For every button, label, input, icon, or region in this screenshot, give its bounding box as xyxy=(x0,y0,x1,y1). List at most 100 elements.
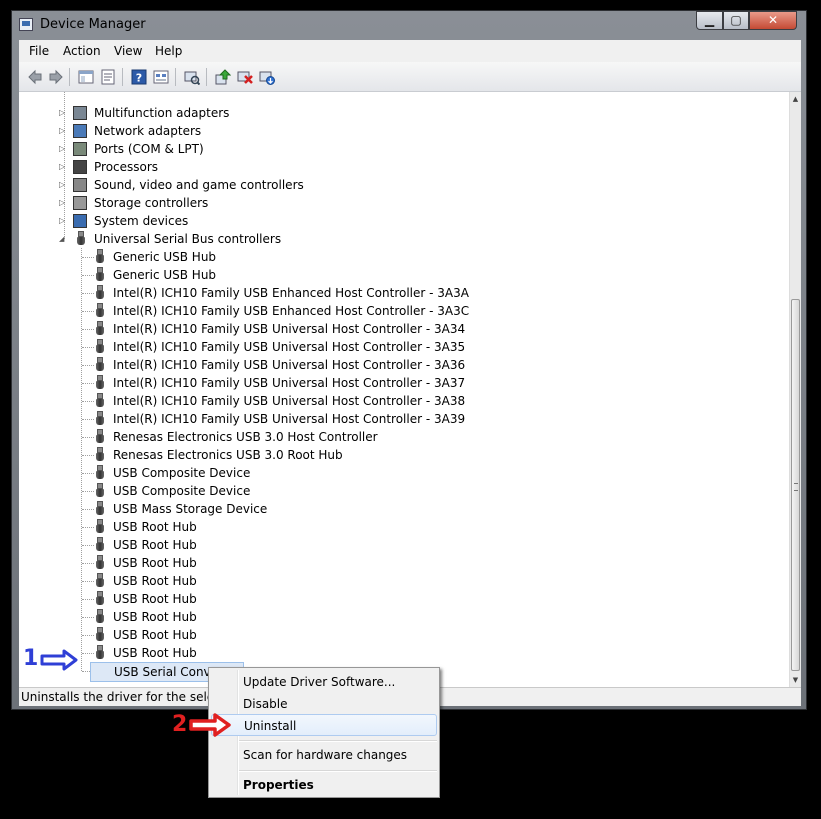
tree-device-row[interactable]: USB Root Hub xyxy=(19,572,779,590)
tree-device-label: USB Root Hub xyxy=(113,556,197,570)
menu-item-disable[interactable]: Disable xyxy=(211,693,437,715)
tree-category-row[interactable]: ▷ Multifunction adapters xyxy=(19,104,779,122)
menu-view[interactable]: View xyxy=(114,44,142,58)
tree-device-row[interactable]: Intel(R) ICH10 Family USB Universal Host… xyxy=(19,338,779,356)
tree-device-row[interactable]: Renesas Electronics USB 3.0 Host Control… xyxy=(19,428,779,446)
tree-device-row[interactable]: USB Composite Device xyxy=(19,464,779,482)
expand-arrow-icon[interactable]: ▷ xyxy=(59,104,65,122)
tree-device-row[interactable]: Intel(R) ICH10 Family USB Enhanced Host … xyxy=(19,302,779,320)
tree-device-label: Intel(R) ICH10 Family USB Universal Host… xyxy=(113,376,466,390)
tree-device-row[interactable]: USB Root Hub xyxy=(19,590,779,608)
tree-category-row[interactable]: ▷ Network adapters xyxy=(19,122,779,140)
forward-arrow-icon[interactable] xyxy=(48,69,64,85)
processor-icon xyxy=(73,160,87,174)
tree-category-row[interactable]: ▷ Storage controllers xyxy=(19,194,779,212)
tree-device-row[interactable]: USB Root Hub xyxy=(19,608,779,626)
expand-arrow-icon[interactable]: ▷ xyxy=(59,212,65,230)
device-manager-app-icon[interactable] xyxy=(19,18,33,31)
menu-item-properties[interactable]: Properties xyxy=(211,774,437,796)
scan-hardware-icon[interactable] xyxy=(184,69,200,85)
tree-category-usb[interactable]: ◢ Universal Serial Bus controllers xyxy=(19,230,779,248)
expand-arrow-icon[interactable]: ▷ xyxy=(59,176,65,194)
scroll-down-arrow-icon[interactable]: ▼ xyxy=(790,673,801,687)
tree-device-row[interactable]: Intel(R) ICH10 Family USB Universal Host… xyxy=(19,320,779,338)
back-arrow-icon[interactable] xyxy=(27,69,43,85)
tree-category-label: Multifunction adapters xyxy=(94,106,230,120)
tree-device-row[interactable]: Intel(R) ICH10 Family USB Universal Host… xyxy=(19,374,779,392)
usb-device-icon xyxy=(96,357,104,373)
collapse-arrow-icon[interactable]: ◢ xyxy=(59,230,64,248)
tree-device-row[interactable]: USB Composite Device xyxy=(19,482,779,500)
device-manager-window: Device Manager ▁ ▢ ✕ File Action View He… xyxy=(11,10,807,710)
tree-device-label: Renesas Electronics USB 3.0 Root Hub xyxy=(113,448,343,462)
usb-device-icon xyxy=(96,519,104,535)
menu-item-update-driver[interactable]: Update Driver Software... xyxy=(211,671,437,693)
tree-device-label: USB Root Hub xyxy=(113,610,197,624)
scrollbar-thumb[interactable] xyxy=(791,299,800,671)
menu-item-scan-hardware[interactable]: Scan for hardware changes xyxy=(211,744,437,766)
tree-device-row[interactable]: Intel(R) ICH10 Family USB Enhanced Host … xyxy=(19,284,779,302)
blue-arrow-icon xyxy=(40,649,78,671)
usb-device-icon xyxy=(96,501,104,517)
tree-device-row[interactable]: Intel(R) ICH10 Family USB Universal Host… xyxy=(19,410,779,428)
menu-item-uninstall[interactable]: Uninstall xyxy=(211,714,437,736)
toolbar-separator xyxy=(206,68,207,86)
maximize-button[interactable]: ▢ xyxy=(723,11,749,30)
expand-arrow-icon[interactable]: ▷ xyxy=(59,194,65,212)
enable-device-icon[interactable] xyxy=(259,69,275,85)
tree-device-label: Generic USB Hub xyxy=(113,250,217,264)
scroll-up-arrow-icon[interactable]: ▲ xyxy=(790,92,801,106)
expand-arrow-icon[interactable]: ▷ xyxy=(59,158,65,176)
tree-device-row[interactable]: USB Root Hub xyxy=(19,518,779,536)
expand-arrow-icon[interactable]: ▷ xyxy=(59,140,65,158)
tree-device-row[interactable]: Intel(R) ICH10 Family USB Universal Host… xyxy=(19,392,779,410)
minimize-button[interactable]: ▁ xyxy=(696,11,723,30)
usb-device-icon xyxy=(96,537,104,553)
expand-arrow-icon[interactable]: ▷ xyxy=(59,122,65,140)
usb-device-icon xyxy=(96,429,104,445)
menu-separator xyxy=(239,770,437,772)
properties-icon[interactable] xyxy=(100,69,116,85)
tree-category-label: Sound, video and game controllers xyxy=(94,178,304,192)
usb-device-icon xyxy=(96,555,104,571)
tree-category-row[interactable]: ▷ Ports (COM & LPT) xyxy=(19,140,779,158)
tree-device-row[interactable]: USB Root Hub xyxy=(19,644,779,662)
vertical-scrollbar[interactable]: ▲ ▼ xyxy=(789,92,801,687)
show-hide-console-tree-icon[interactable] xyxy=(78,69,94,85)
usb-device-icon xyxy=(96,267,104,283)
tree-category-row[interactable]: ▷ Processors xyxy=(19,158,779,176)
tree-device-row[interactable]: USB Root Hub xyxy=(19,626,779,644)
menu-file[interactable]: File xyxy=(29,44,49,58)
tree-category-label: Ports (COM & LPT) xyxy=(94,142,204,156)
menu-separator xyxy=(239,740,437,742)
tree-device-label: Intel(R) ICH10 Family USB Universal Host… xyxy=(113,358,466,372)
menu-help[interactable]: Help xyxy=(155,44,182,58)
tree-device-label: USB Root Hub xyxy=(113,646,197,660)
tree-category-row[interactable]: ▷ System devices xyxy=(19,212,779,230)
usb-device-icon xyxy=(96,591,104,607)
tree-device-label: Renesas Electronics USB 3.0 Host Control… xyxy=(113,430,378,444)
scrollbar-grip-icon xyxy=(794,483,798,491)
tree-category-label: Storage controllers xyxy=(94,196,209,210)
view-icon[interactable] xyxy=(153,69,169,85)
tree-device-row[interactable]: USB Root Hub xyxy=(19,536,779,554)
tree-device-row[interactable]: USB Mass Storage Device xyxy=(19,500,779,518)
tree-device-row[interactable]: Generic USB Hub xyxy=(19,248,779,266)
tree-device-row[interactable]: Generic USB Hub xyxy=(19,266,779,284)
tree-device-row[interactable]: Intel(R) ICH10 Family USB Universal Host… xyxy=(19,356,779,374)
menu-action[interactable]: Action xyxy=(63,44,101,58)
uninstall-icon[interactable] xyxy=(237,69,253,85)
tree-category-label: Network adapters xyxy=(94,124,202,138)
close-button[interactable]: ✕ xyxy=(749,11,797,30)
help-icon[interactable]: ? xyxy=(131,69,147,85)
usb-device-icon xyxy=(96,339,104,355)
tree-device-row[interactable]: USB Root Hub xyxy=(19,554,779,572)
tree-device-label: USB Root Hub xyxy=(113,574,197,588)
tree-device-label: Generic USB Hub xyxy=(113,268,217,282)
toolbar-separator xyxy=(122,68,123,86)
update-driver-icon[interactable] xyxy=(215,69,231,85)
tree-device-row[interactable]: Renesas Electronics USB 3.0 Root Hub xyxy=(19,446,779,464)
toolbar-separator xyxy=(69,68,70,86)
tree-category-row[interactable]: ▷ Sound, video and game controllers xyxy=(19,176,779,194)
title-bar[interactable]: Device Manager ▁ ▢ ✕ xyxy=(12,11,806,39)
